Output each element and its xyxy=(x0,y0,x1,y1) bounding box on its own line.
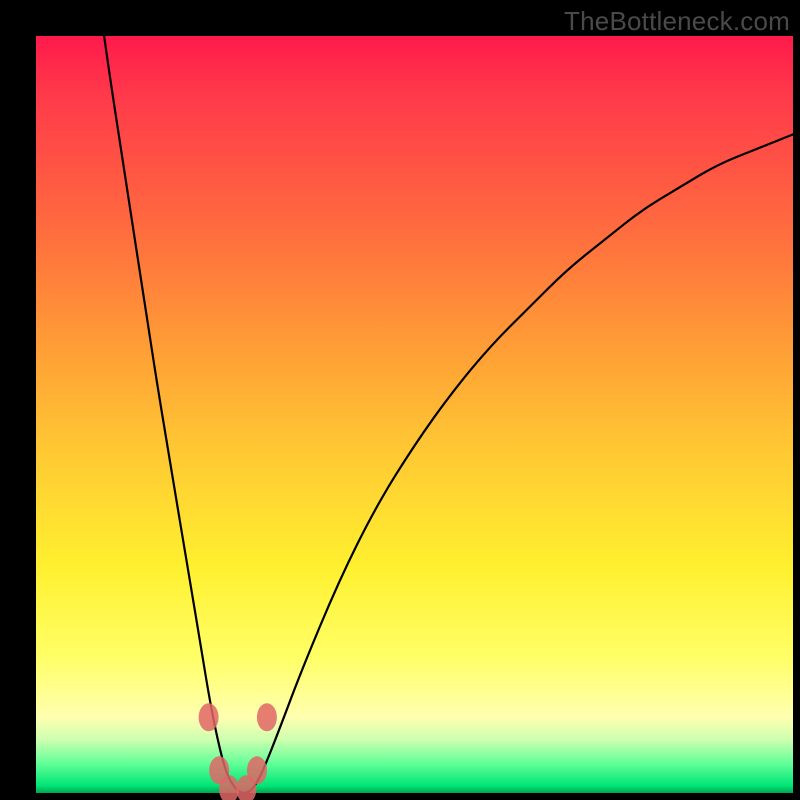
minimum-marker xyxy=(257,703,277,731)
minimum-markers xyxy=(199,703,277,800)
bottleneck-curve xyxy=(104,36,793,793)
plot-area xyxy=(36,36,793,793)
minimum-marker xyxy=(199,703,219,731)
watermark-text: TheBottleneck.com xyxy=(564,6,790,37)
curve-layer xyxy=(36,36,793,793)
chart-frame: TheBottleneck.com xyxy=(0,0,800,800)
